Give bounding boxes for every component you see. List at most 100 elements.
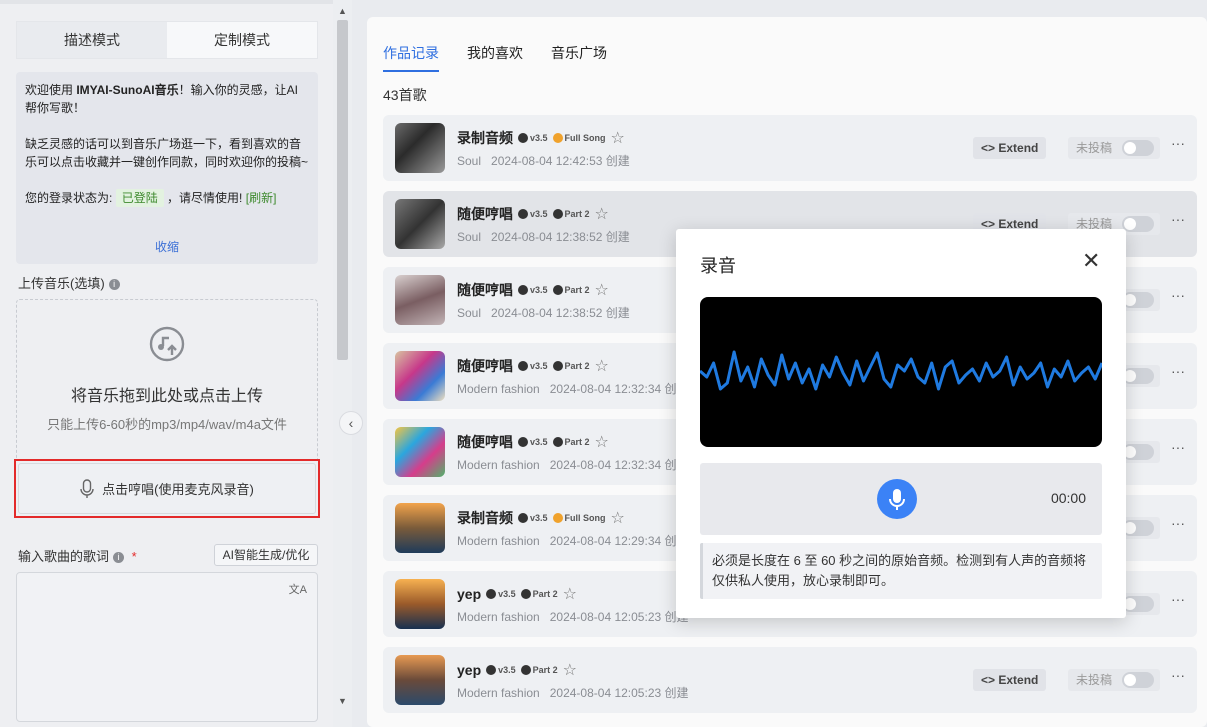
left-scrollbar[interactable]: ▲ ▼ <box>333 0 352 727</box>
version-badge: v3.5 <box>518 361 548 371</box>
song-title-row: 随便哼唱 v3.5 Part 2 ☆ <box>457 204 609 224</box>
song-title-row: 随便哼唱 v3.5 Part 2 ☆ <box>457 280 609 300</box>
translate-icon[interactable]: 文A <box>289 581 307 597</box>
toggle-switch[interactable] <box>1122 216 1154 232</box>
refresh-link[interactable]: [刷新] <box>246 191 277 205</box>
toggle-switch[interactable] <box>1122 444 1154 460</box>
more-icon[interactable]: ··· <box>1171 211 1185 227</box>
part-label: Part 2 <box>532 589 558 599</box>
more-icon[interactable]: ··· <box>1171 591 1185 607</box>
record-mic-button[interactable] <box>877 479 917 519</box>
song-cover[interactable] <box>395 351 445 401</box>
close-icon[interactable]: ✕ <box>1082 250 1100 272</box>
submit-toggle[interactable]: 未投稿 <box>1068 137 1160 159</box>
song-meta: Soul 2024-08-04 12:38:52 创建 <box>457 304 630 321</box>
song-time: 2024-08-04 12:05:23 创建 <box>549 610 689 624</box>
scrollbar-thumb[interactable] <box>337 20 348 360</box>
star-icon[interactable]: ☆ <box>611 508 625 528</box>
song-style: Soul <box>457 230 482 244</box>
song-time: 2024-08-04 12:29:34 创建 <box>549 534 689 548</box>
song-style: Modern fashion <box>457 382 540 396</box>
toggle-switch[interactable] <box>1122 368 1154 384</box>
song-title: 录制音频 <box>457 510 513 526</box>
song-style: Modern fashion <box>457 458 540 472</box>
more-icon[interactable]: ··· <box>1171 363 1185 379</box>
song-meta: Modern fashion 2024-08-04 12:29:34 创建 <box>457 532 689 549</box>
song-cover[interactable] <box>395 275 445 325</box>
status-badge: 已登陆 <box>115 189 164 207</box>
record-dialog: 录音 ✕ 00:00 必须是长度在 6 至 60 秒之间的原始音频。检测到有人声… <box>676 229 1126 618</box>
microphone-icon <box>889 489 905 510</box>
scroll-down-icon[interactable]: ▼ <box>338 696 347 706</box>
toggle-switch[interactable] <box>1122 292 1154 308</box>
song-style: Modern fashion <box>457 534 540 548</box>
version-icon <box>518 361 528 371</box>
song-cover[interactable] <box>395 579 445 629</box>
intro-para2: 缺乏灵感的话可以到音乐广场逛一下，看到喜欢的音乐可以点击收藏并一键创作同款，同时… <box>25 137 309 169</box>
part-badge: Part 2 <box>552 285 590 295</box>
more-icon[interactable]: ··· <box>1171 439 1185 455</box>
star-icon[interactable]: ☆ <box>563 584 577 604</box>
tab-music-square[interactable]: 音乐广场 <box>551 43 607 72</box>
tab-description-mode[interactable]: 描述模式 <box>17 22 167 58</box>
star-icon[interactable]: ☆ <box>563 660 577 680</box>
song-title-row: 随便哼唱 v3.5 Part 2 ☆ <box>457 432 609 452</box>
part-label: Part 2 <box>564 437 590 447</box>
waveform-line <box>700 350 1102 391</box>
version-badge: v3.5 <box>518 513 548 523</box>
song-style: Soul <box>457 306 482 320</box>
song-time: 2024-08-04 12:42:53 创建 <box>491 154 630 168</box>
song-cover[interactable] <box>395 427 445 477</box>
toggle-switch[interactable] <box>1122 520 1154 536</box>
more-icon[interactable]: ··· <box>1171 515 1185 531</box>
ai-generate-button[interactable]: AI智能生成/优化 <box>214 544 318 566</box>
toggle-switch[interactable] <box>1122 140 1154 156</box>
part-badge: Part 2 <box>552 437 590 447</box>
info-icon[interactable]: i <box>108 279 120 291</box>
extend-button[interactable]: <> Extend <box>973 137 1047 159</box>
song-row[interactable]: 录制音频 v3.5 Full Song ☆ Soul 2024-08-04 12:42:… <box>383 115 1197 181</box>
tab-works[interactable]: 作品记录 <box>383 43 439 72</box>
record-hum-button[interactable]: 点击哼唱(使用麦克风录音) <box>14 459 320 518</box>
lyrics-textarea[interactable]: 文A <box>16 572 318 722</box>
part-label: Part 2 <box>564 209 590 219</box>
intro-line1: 欢迎使用 IMYAI-SunoAI音乐！输入你的灵感，让AI帮你写歌！ <box>25 81 309 117</box>
works-tabs: 作品记录 我的喜欢 音乐广场 <box>383 43 635 72</box>
song-title: 随便哼唱 <box>457 206 513 222</box>
collapse-sidebar-button[interactable]: ‹ <box>339 411 363 435</box>
scroll-up-icon[interactable]: ▲ <box>338 6 347 16</box>
part-label: Part 2 <box>564 361 590 371</box>
more-icon[interactable]: ··· <box>1171 667 1185 683</box>
song-title-row: yep v3.5 Part 2 ☆ <box>457 660 577 680</box>
part-badge: Full Song <box>552 513 606 523</box>
left-panel: 描述模式 定制模式 欢迎使用 IMYAI-SunoAI音乐！输入你的灵感，让AI… <box>0 0 333 727</box>
star-icon[interactable]: ☆ <box>595 356 609 376</box>
song-meta: Soul 2024-08-04 12:42:53 创建 <box>457 152 630 169</box>
version-icon <box>518 437 528 447</box>
more-icon[interactable]: ··· <box>1171 135 1185 151</box>
more-icon[interactable]: ··· <box>1171 287 1185 303</box>
song-cover[interactable] <box>395 199 445 249</box>
submit-toggle[interactable]: 未投稿 <box>1068 669 1160 691</box>
star-icon[interactable]: ☆ <box>595 432 609 452</box>
song-row[interactable]: yep v3.5 Part 2 ☆ Modern fashion 2024-08-04 … <box>383 647 1197 713</box>
star-icon[interactable]: ☆ <box>611 128 625 148</box>
star-icon[interactable]: ☆ <box>595 204 609 224</box>
extend-button[interactable]: <> Extend <box>973 669 1047 691</box>
star-icon[interactable]: ☆ <box>595 280 609 300</box>
song-cover[interactable] <box>395 655 445 705</box>
tab-custom-mode[interactable]: 定制模式 <box>167 22 317 58</box>
upload-dropzone[interactable]: 将音乐拖到此处或点击上传 只能上传6-60秒的mp3/mp4/wav/m4a文件 <box>16 299 318 464</box>
song-cover[interactable] <box>395 123 445 173</box>
record-timer: 00:00 <box>1050 490 1086 506</box>
version-badge: v3.5 <box>518 133 548 143</box>
info-icon[interactable]: i <box>113 552 125 564</box>
toggle-switch[interactable] <box>1122 596 1154 612</box>
part-icon <box>552 437 563 447</box>
version-icon <box>486 665 497 675</box>
song-cover[interactable] <box>395 503 445 553</box>
song-meta: Modern fashion 2024-08-04 12:32:34 创建 <box>457 380 689 397</box>
toggle-switch[interactable] <box>1122 672 1154 688</box>
tab-favorites[interactable]: 我的喜欢 <box>467 43 523 72</box>
collapse-link[interactable]: 收缩 <box>16 238 318 256</box>
